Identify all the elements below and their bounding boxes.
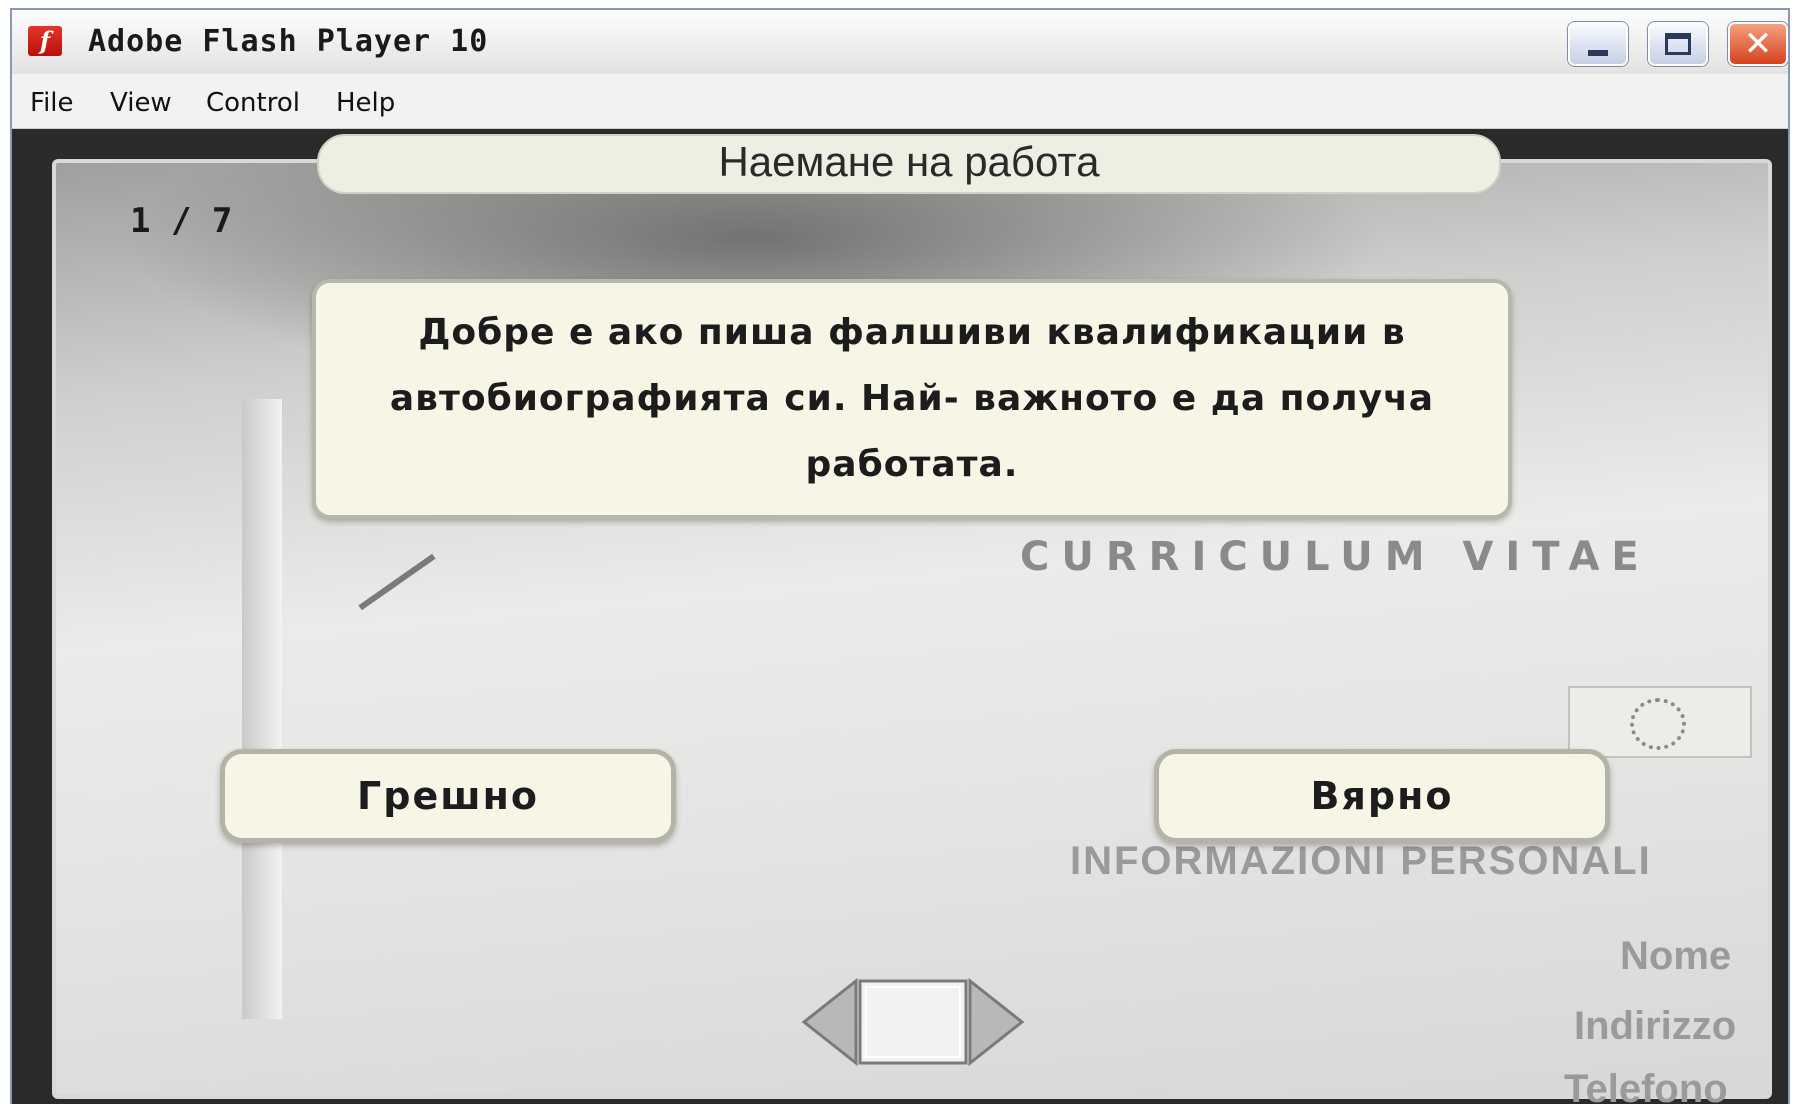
answer-wrong-button[interactable]: Грешно <box>220 749 676 843</box>
close-icon: ✕ <box>1743 24 1773 64</box>
question-text: Добре е ако пиша фалшиви квалификации в … <box>389 312 1435 485</box>
menu-view[interactable]: View <box>110 88 172 118</box>
cv-field-phone: Telefono <box>1564 1067 1728 1104</box>
window-title: Adobe Flash Player 10 <box>88 24 489 59</box>
eu-flag-icon <box>1568 686 1752 758</box>
maximize-icon <box>1665 33 1691 55</box>
next-arrow-icon[interactable] <box>968 977 1025 1067</box>
minimize-button[interactable] <box>1568 22 1628 66</box>
eu-stars-icon <box>1630 698 1686 750</box>
flash-player-window: f Adobe Flash Player 10 ✕ File View Cont… <box>10 8 1790 1104</box>
paper-stack-edge <box>242 399 282 1019</box>
cv-field-name: Nome <box>1620 934 1732 978</box>
pen-mark <box>358 553 436 611</box>
flash-stage: CURRICULUM VITAE INFORMAZIONI PERSONALI … <box>12 129 1788 1104</box>
cv-section-label: INFORMAZIONI PERSONALI <box>1070 839 1652 883</box>
stop-square-icon[interactable] <box>858 979 968 1065</box>
minimize-icon <box>1588 50 1608 56</box>
menu-control[interactable]: Control <box>206 88 300 118</box>
cv-field-address: Indirizzo <box>1574 1004 1737 1048</box>
close-button[interactable]: ✕ <box>1728 22 1788 66</box>
navigation-control <box>801 977 1025 1067</box>
maximize-button[interactable] <box>1648 22 1708 66</box>
menu-bar: File View Control Help <box>12 74 1788 129</box>
title-bar[interactable]: f Adobe Flash Player 10 ✕ <box>12 10 1788 75</box>
menu-help[interactable]: Help <box>336 88 395 118</box>
quiz-topic-title: Наемане на работа <box>317 134 1501 194</box>
answer-right-button[interactable]: Вярно <box>1154 749 1610 843</box>
cv-heading: CURRICULUM VITAE <box>1020 534 1651 580</box>
flash-player-icon: f <box>28 26 62 56</box>
question-counter: 1 / 7 <box>130 201 233 241</box>
menu-file[interactable]: File <box>30 88 74 118</box>
previous-arrow-icon[interactable] <box>801 977 858 1067</box>
question-card: Добре е ако пиша фалшиви квалификации в … <box>312 279 1512 519</box>
